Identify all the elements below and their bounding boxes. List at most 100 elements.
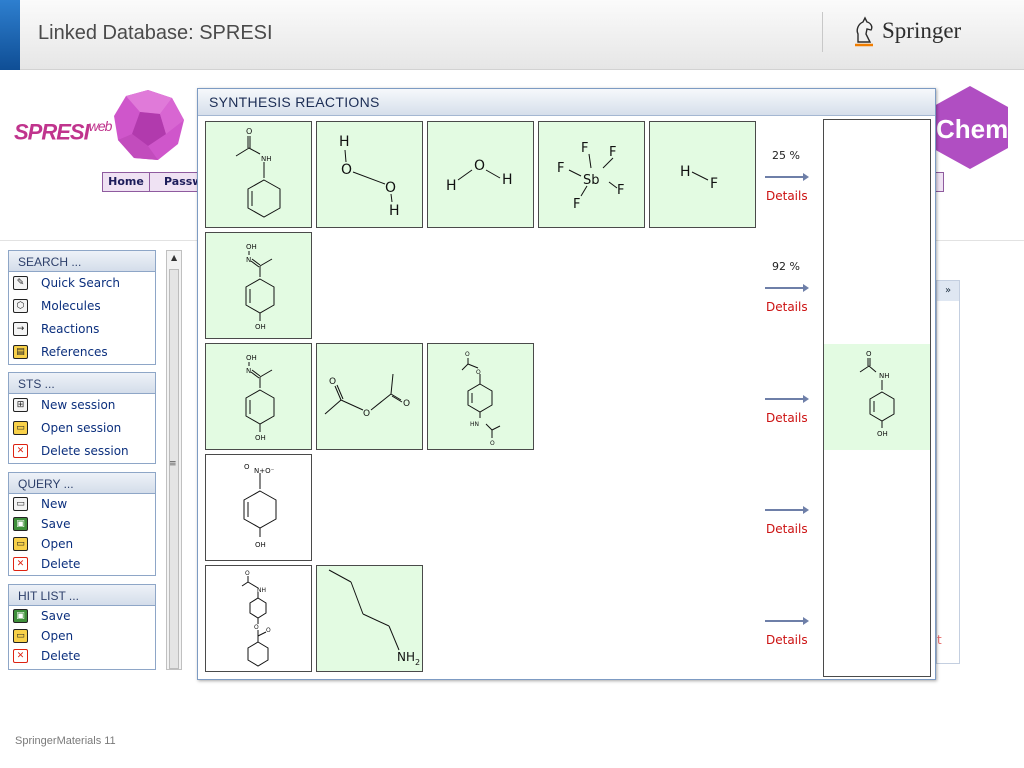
product-column: O NH OH	[823, 119, 931, 677]
spresi-globe-icon	[114, 90, 184, 160]
scroll-grip-icon: ≡	[169, 459, 177, 469]
sidebar-item-molecules[interactable]: ⬡ Molecules	[9, 295, 155, 318]
sidebar-item-label: Open	[41, 629, 74, 643]
svg-text:O: O	[490, 440, 495, 447]
sidebar-item-query-new[interactable]: ▭ New	[9, 494, 155, 514]
svg-text:O: O	[474, 158, 485, 174]
reactant-nitrophenol[interactable]: O N+O⁻ OH	[205, 454, 312, 561]
reaction-arrow-icon	[765, 617, 809, 625]
sidebar-item-quick-search[interactable]: ✎ Quick Search	[9, 272, 155, 295]
sidebar-item-open-session[interactable]: ▭ Open session	[9, 417, 155, 440]
nav-password-tab[interactable]: Passw	[150, 172, 198, 192]
spresi-logo-web: web	[88, 118, 113, 134]
svg-text:OH: OH	[255, 434, 266, 442]
sidebar-item-label: Reactions	[41, 322, 100, 336]
svg-text:H: H	[502, 172, 513, 188]
molecule-structure: O NH OH	[859, 350, 895, 438]
molecule-structure: O O O	[324, 373, 410, 419]
molecule-structure: F FFSbFF	[557, 141, 624, 212]
sidebar-item-hitlist-save[interactable]: ▣ Save	[9, 606, 155, 626]
svg-text:OH: OH	[255, 541, 266, 549]
svg-text:N: N	[246, 256, 251, 264]
sidebar-item-label: Molecules	[41, 299, 101, 313]
molecule-structure: HF	[680, 164, 718, 192]
svg-text:O: O	[866, 350, 872, 358]
sidebar-item-label: Delete	[41, 557, 81, 571]
save-icon: ▣	[13, 609, 28, 623]
reactant-hydroxyacetophenone-oxime[interactable]: OH N OH	[205, 343, 312, 450]
svg-text:H: H	[680, 164, 691, 180]
reactant-hydrogen-fluoride[interactable]: HF	[649, 121, 756, 228]
molecule-structure: H O H	[446, 158, 513, 194]
sidebar-item-references[interactable]: ▤ References	[9, 341, 155, 364]
sidebar-item-label: Delete session	[41, 444, 129, 458]
details-link[interactable]: Details	[766, 411, 808, 425]
reactant-acetamidophenyl-acetate[interactable]: O O HN O	[427, 343, 534, 450]
svg-text:O: O	[465, 351, 470, 358]
sidebar-item-query-save[interactable]: ▣ Save	[9, 514, 155, 534]
sts-panel-title[interactable]: STS ...	[9, 373, 155, 394]
sidebar-item-label: References	[41, 345, 108, 359]
delete-icon: ✕	[13, 557, 28, 571]
reactant-acetamidophenyl-benzoate[interactable]: O NH O O	[205, 565, 312, 672]
svg-text:OH: OH	[877, 430, 888, 438]
details-link[interactable]: Details	[766, 522, 808, 536]
svg-text:O: O	[254, 624, 259, 631]
svg-text:O: O	[329, 377, 336, 387]
svg-text:N: N	[246, 367, 251, 375]
sidebar-item-reactions[interactable]: → Reactions	[9, 318, 155, 341]
molecule-structure: NH 2	[328, 569, 420, 667]
svg-text:O: O	[341, 162, 352, 178]
slide-accent-bar	[0, 0, 20, 70]
sidebar-item-query-open[interactable]: ▭ Open	[9, 534, 155, 554]
search-panel-title[interactable]: SEARCH ...	[9, 251, 155, 272]
reactant-n-phenylacetamide[interactable]: O NH	[205, 121, 312, 228]
reaction-icon: →	[13, 322, 28, 336]
reaction-arrow-icon	[765, 284, 809, 292]
svg-text:H: H	[446, 178, 457, 194]
reaction-arrow-row-3: Details	[756, 343, 824, 450]
sidebar: SEARCH ... ✎ Quick Search ⬡ Molecules → …	[6, 246, 182, 670]
nav-home-tab[interactable]: Home	[102, 172, 150, 192]
molecule-structure: O O HN O	[461, 351, 501, 447]
svg-text:OH: OH	[246, 354, 257, 362]
svg-text:NH: NH	[261, 155, 272, 163]
molecule-structure: O NH	[235, 127, 281, 218]
sidebar-item-hitlist-open[interactable]: ▭ Open	[9, 626, 155, 646]
reactant-butylamine[interactable]: NH 2	[316, 565, 423, 672]
folder-open-icon: ▭	[13, 629, 28, 643]
spresi-logo[interactable]: SPRESIweb	[14, 118, 113, 145]
sidebar-item-label: Delete	[41, 649, 81, 663]
svg-text:H: H	[389, 203, 400, 219]
sidebar-item-hitlist-delete[interactable]: ✕ Delete	[9, 646, 155, 666]
svg-text:O: O	[244, 463, 250, 471]
sidebar-item-delete-session[interactable]: ✕ Delete session	[9, 440, 155, 463]
query-panel-title[interactable]: QUERY ...	[9, 473, 155, 494]
svg-text:NH: NH	[257, 587, 266, 594]
svg-text:2: 2	[415, 658, 420, 667]
sidebar-item-new-session[interactable]: ⊞ New session	[9, 394, 155, 417]
scroll-thumb[interactable]	[169, 269, 179, 669]
slide-footer: SpringerMaterials 11	[15, 735, 116, 747]
slide-title: Linked Database: SPRESI	[38, 22, 273, 44]
svg-text:O: O	[245, 570, 250, 577]
reaction-arrow-icon	[765, 506, 809, 514]
reactant-hydroxyacetophenone-oxime[interactable]: OH N OH	[205, 232, 312, 339]
reactant-hydrogen-peroxide[interactable]: HOOH	[316, 121, 423, 228]
sidebar-item-query-delete[interactable]: ✕ Delete	[9, 554, 155, 574]
svg-text:H: H	[339, 134, 350, 150]
results-link-fragment[interactable]: t	[937, 633, 942, 647]
svg-text:OH: OH	[255, 323, 266, 331]
details-link[interactable]: Details	[766, 300, 808, 314]
sidebar-scrollbar[interactable]: ▲ ≡	[166, 250, 182, 670]
expand-panel-icon[interactable]: »	[937, 281, 959, 301]
hitlist-panel-title[interactable]: HIT LIST ...	[9, 585, 155, 606]
svg-text:F: F	[609, 145, 616, 160]
details-link[interactable]: Details	[766, 633, 808, 647]
reactant-antimony-pentafluoride[interactable]: F F F Sb F F	[538, 121, 645, 228]
reactant-acetic-anhydride[interactable]: O O O	[316, 343, 423, 450]
reactant-water[interactable]: H O H	[427, 121, 534, 228]
product-paracetamol[interactable]: O NH OH	[824, 344, 930, 450]
scroll-up-icon[interactable]: ▲	[171, 253, 177, 262]
details-link[interactable]: Details	[766, 189, 808, 203]
